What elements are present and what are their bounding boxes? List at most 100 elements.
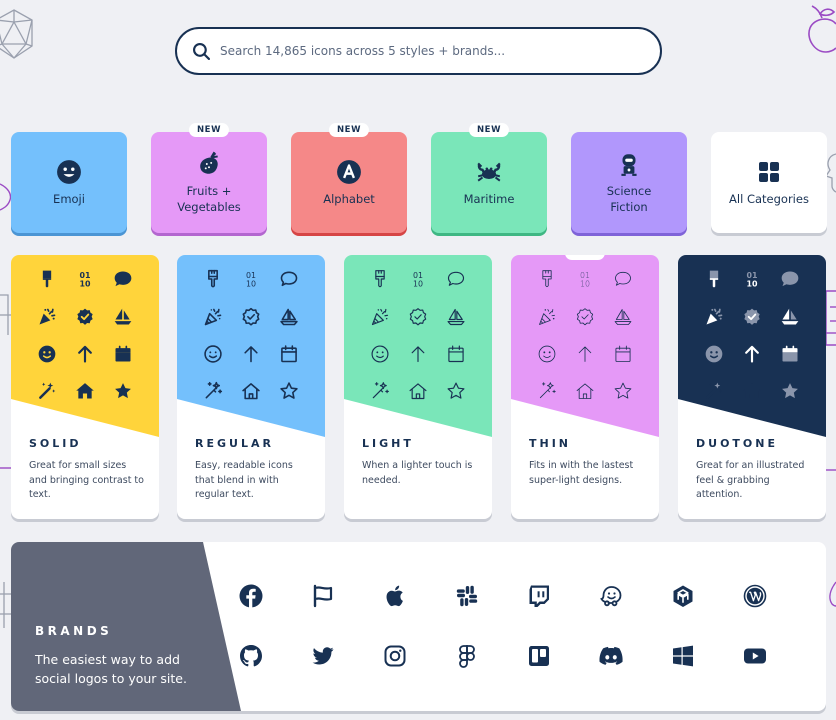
star-icon (614, 382, 632, 399)
style-description: Easy, readable icons that blend in with … (195, 460, 293, 500)
category-label: Science Fiction (606, 183, 652, 214)
calendar-icon (448, 345, 464, 363)
instagram-icon[interactable] (383, 644, 407, 668)
brands-description: The easiest way to add social logos to y… (35, 652, 187, 686)
wordpress-icon[interactable] (743, 584, 767, 608)
paintbrush-icon (709, 270, 719, 288)
arrow-up-icon (745, 345, 759, 363)
strawberry-icon (196, 151, 222, 177)
search-icon (193, 42, 210, 60)
style-card-duotone[interactable]: 01 10 DUOTONE Great for an illustrated feel… (678, 255, 826, 519)
waze-icon[interactable] (599, 584, 623, 608)
binary-icon: 0110 (746, 271, 758, 289)
category-card-all-categories[interactable]: All Categories (711, 132, 827, 233)
style-title: SOLID (29, 437, 82, 450)
party-popper-icon (371, 308, 389, 326)
category-card-fruits-vegetables[interactable]: NEW Fruits + Vegetables (151, 123, 267, 233)
icosahedron-decoration-icon (0, 9, 33, 59)
star-icon (782, 383, 798, 399)
party-popper-icon (539, 309, 555, 325)
svg-text:01: 01 (580, 271, 590, 280)
style-title: THIN (529, 437, 572, 450)
style-description: Great for an illustrated feel & grabbing… (696, 460, 805, 500)
slack-icon[interactable] (455, 584, 479, 608)
github-icon[interactable] (239, 644, 263, 668)
arrow-up-icon (244, 346, 258, 363)
svg-text:01: 01 (746, 271, 757, 280)
discord-icon[interactable] (599, 644, 623, 668)
style-card-light[interactable]: 01 10 LIGHT When a lighter touch is needed. (344, 255, 492, 519)
comment-icon (114, 271, 132, 287)
twitter-icon[interactable] (311, 644, 335, 668)
category-label: All Categories (729, 191, 809, 206)
style-preview: 01 10 (11, 255, 159, 437)
grid-icon (756, 159, 782, 185)
arrow-up-icon (78, 345, 92, 363)
new-badge: NEW (328, 123, 370, 137)
party-popper-icon (39, 308, 56, 325)
svg-text:10: 10 (79, 280, 91, 289)
apple-icon[interactable] (383, 584, 407, 608)
calendar-icon (782, 345, 798, 362)
svg-text:10: 10 (413, 280, 423, 289)
style-card-thin[interactable]: NEW 0110 THIN Fits in with the lastest sup… (511, 255, 659, 519)
badge-check-icon (242, 307, 260, 326)
category-card-alphabet[interactable]: NEW Alphabet (291, 123, 407, 233)
robot-icon (616, 151, 642, 177)
category-label: Emoji (53, 191, 85, 206)
windows-icon[interactable] (671, 644, 695, 668)
youtube-icon[interactable] (743, 644, 767, 668)
magic-wand-icon (539, 382, 556, 399)
style-title: LIGHT (362, 437, 414, 450)
star-icon (447, 382, 465, 399)
search-input[interactable] (220, 44, 640, 58)
face-smile-icon (204, 345, 222, 363)
house-icon (76, 383, 94, 399)
category-card-science-fiction[interactable]: Science Fiction (571, 132, 687, 233)
font-awesome-flag-icon[interactable] (311, 584, 335, 608)
crab-icon (476, 159, 502, 185)
new-badge: NEW (564, 255, 606, 260)
house-icon (576, 383, 594, 399)
category-label: Maritime (463, 191, 515, 206)
category-card-emoji[interactable]: Emoji (11, 132, 127, 233)
trello-icon[interactable] (527, 644, 551, 668)
new-badge: NEW (188, 123, 230, 137)
facebook-icon[interactable] (239, 584, 263, 608)
unity-icon[interactable] (671, 584, 695, 608)
apple-fruit-decoration-icon (808, 5, 836, 53)
badge-check-icon (576, 308, 594, 326)
twitch-icon[interactable] (527, 584, 551, 608)
binary-icon: 0110 (580, 271, 590, 289)
style-card-regular[interactable]: 01 10 REGULAR Easy, readable icons that ble… (177, 255, 325, 519)
svg-text:01: 01 (413, 271, 423, 280)
paintbrush-icon (375, 270, 385, 288)
search-bar[interactable] (175, 27, 662, 75)
style-description: Fits in with the lastest super-light des… (529, 460, 634, 486)
style-description: Great for small sizes and bringing contr… (29, 460, 144, 500)
star-icon (280, 382, 298, 399)
sailboat-icon (447, 308, 465, 326)
badge-check-icon (77, 308, 93, 325)
magic-wand-icon (39, 382, 56, 399)
figma-icon[interactable] (455, 644, 479, 668)
sailboat-icon (114, 308, 132, 325)
face-smile-icon (38, 345, 56, 363)
party-popper-icon (204, 308, 222, 326)
category-card-maritime[interactable]: NEW Maritime (431, 123, 547, 233)
new-badge: NEW (468, 123, 510, 137)
svg-text:10: 10 (246, 280, 256, 289)
sailboat-icon (781, 308, 799, 325)
style-card-solid[interactable]: 01 10 SOLID Great for small sizes and bring… (11, 255, 159, 519)
brands-card[interactable]: BRANDS The easiest way to add social log… (11, 542, 826, 711)
sailboat-icon (614, 309, 632, 325)
style-title: REGULAR (195, 437, 274, 450)
comment-icon (781, 271, 799, 287)
sailboat-icon (280, 308, 298, 326)
style-description: When a lighter touch is needed. (362, 460, 473, 486)
style-preview: 01 10 (177, 255, 325, 437)
paintbrush-icon (208, 269, 218, 288)
face-smile-icon (371, 345, 389, 363)
svg-text:10: 10 (746, 280, 758, 289)
face-smile-icon (538, 345, 556, 363)
